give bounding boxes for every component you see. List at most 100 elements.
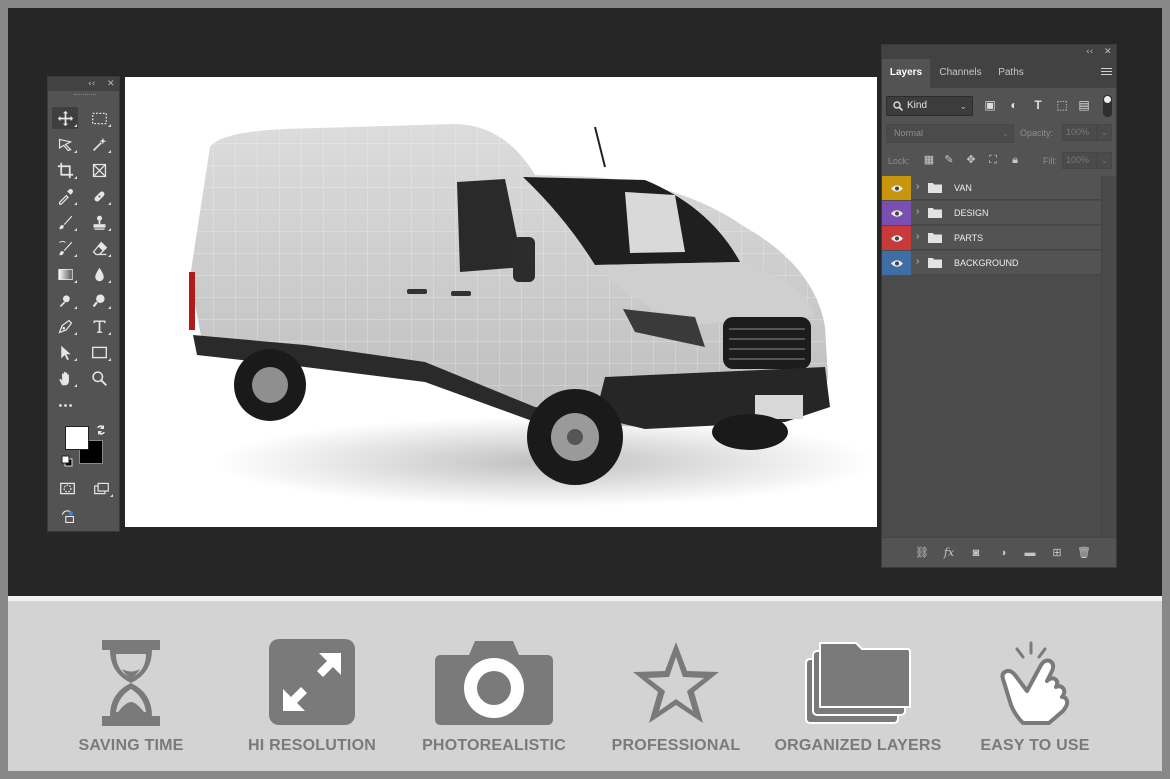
panel-grip[interactable]: [74, 94, 96, 96]
collapse-icon[interactable]: ‹‹: [1086, 46, 1093, 58]
feature-label: EASY TO USE: [980, 737, 1090, 754]
expand-caret-icon[interactable]: ›: [916, 255, 919, 269]
visibility-toggle[interactable]: [882, 226, 911, 250]
pen-tool[interactable]: [52, 315, 78, 337]
quick-mask-button[interactable]: [54, 477, 80, 499]
tab-paths[interactable]: Paths: [991, 59, 1031, 88]
more-tools-button[interactable]: [52, 394, 78, 416]
camera-icon: [435, 641, 553, 725]
path-selection-tool[interactable]: [52, 341, 78, 363]
crop-icon: [57, 162, 73, 178]
marquee-icon: [91, 112, 107, 124]
mask-icon[interactable]: ◙: [968, 545, 984, 561]
healing-brush-tool[interactable]: [86, 185, 112, 207]
default-colors-icon[interactable]: [61, 455, 73, 467]
screen-mode-button[interactable]: [88, 477, 114, 499]
visibility-toggle[interactable]: [882, 201, 911, 225]
document-canvas[interactable]: [125, 77, 877, 527]
lasso-tool[interactable]: [52, 133, 78, 155]
lock-all-icon[interactable]: 🔒︎: [1008, 153, 1022, 167]
chevron-down-icon: ⌄: [959, 101, 967, 111]
magic-wand-tool[interactable]: [86, 133, 112, 155]
close-icon[interactable]: ✕: [1104, 46, 1112, 58]
tab-channels[interactable]: Channels: [930, 59, 991, 88]
type-filter-icon[interactable]: T: [1030, 97, 1046, 113]
visibility-toggle[interactable]: [882, 176, 911, 200]
lock-image-icon[interactable]: ✎: [942, 153, 956, 167]
expand-caret-icon[interactable]: ›: [916, 230, 919, 244]
opacity-dropdown[interactable]: ⌄: [1097, 124, 1112, 141]
panel-menu-icon[interactable]: [1101, 68, 1112, 77]
layer-row-parts[interactable]: › PARTS: [882, 226, 1101, 250]
tab-layers[interactable]: Layers: [882, 59, 930, 88]
eyedropper-tool[interactable]: [52, 185, 78, 207]
layer-row-van[interactable]: › VAN: [882, 176, 1101, 200]
lock-transparent-icon[interactable]: ▦: [922, 153, 936, 167]
layers-footer: ⛓︎ fx ◙ ◑ ▬ ⊞ 🗑︎: [882, 537, 1116, 567]
fill-dropdown[interactable]: ⌄: [1097, 152, 1112, 169]
zoom-lens-tool[interactable]: [86, 289, 112, 311]
expand-caret-icon[interactable]: ›: [916, 180, 919, 194]
layer-row-background[interactable]: › BACKGROUND: [882, 251, 1101, 275]
dodge-tool[interactable]: [52, 289, 78, 311]
fx-icon[interactable]: fx: [941, 545, 957, 561]
foreground-color-swatch[interactable]: [65, 426, 89, 450]
crop-tool[interactable]: [52, 159, 78, 181]
swap-colors-icon[interactable]: [95, 424, 107, 436]
screen-mode-icon: [93, 482, 109, 494]
marquee-tool[interactable]: [86, 107, 112, 129]
move-tool[interactable]: [52, 107, 78, 129]
shape-filter-icon[interactable]: ⬚: [1054, 97, 1070, 113]
history-brush-tool[interactable]: [52, 237, 78, 259]
lock-artboard-icon[interactable]: ⛶: [986, 153, 1000, 167]
close-icon[interactable]: ✕: [107, 78, 115, 90]
trash-icon[interactable]: 🗑︎: [1076, 545, 1092, 561]
smart-object-filter-icon[interactable]: ▤: [1076, 97, 1092, 113]
blend-mode-value: Normal: [894, 128, 924, 138]
adjustment-filter-icon[interactable]: ◐: [1006, 97, 1022, 113]
group-icon[interactable]: ▬: [1022, 545, 1038, 561]
hourglass-icon: [102, 640, 160, 726]
adjustment-icon[interactable]: ◑: [995, 545, 1011, 561]
new-layer-icon[interactable]: ⊞: [1049, 545, 1065, 561]
visibility-toggle[interactable]: [882, 251, 911, 275]
zoom-tool[interactable]: [86, 367, 112, 389]
frame-tool[interactable]: [86, 159, 112, 181]
filter-toggle[interactable]: [1103, 95, 1112, 117]
layers-scrollbar[interactable]: [1101, 176, 1116, 537]
hand-tool[interactable]: [52, 367, 78, 389]
fill-field[interactable]: 100%: [1062, 152, 1097, 169]
blur-tool[interactable]: [86, 263, 112, 285]
gradient-icon: [57, 268, 73, 280]
link-icon[interactable]: ⛓︎: [914, 545, 930, 561]
tools-panel-header[interactable]: ‹‹ ✕: [48, 77, 119, 91]
filter-kind-select[interactable]: Kind ⌄: [886, 96, 973, 116]
filter-kind-value: Kind: [907, 100, 928, 111]
eye-icon: [890, 209, 903, 217]
opacity-field[interactable]: 100%: [1062, 124, 1097, 141]
opacity-label: Opacity:: [1020, 128, 1054, 138]
lasso-icon: [58, 138, 72, 151]
blur-icon: [94, 267, 104, 281]
eye-icon: [890, 234, 903, 242]
gradient-tool[interactable]: [52, 263, 78, 285]
eraser-tool[interactable]: [86, 237, 112, 259]
frame-icon: [92, 163, 106, 177]
brush-icon: [59, 215, 72, 229]
edit-toolbar-button[interactable]: [54, 505, 80, 527]
clone-stamp-tool[interactable]: [86, 211, 112, 233]
rectangle-tool[interactable]: [86, 341, 112, 363]
pixel-filter-icon[interactable]: ▣: [982, 97, 998, 113]
layer-row-design[interactable]: › DESIGN: [882, 201, 1101, 225]
magic-wand-icon: [92, 137, 106, 151]
feature-saving-time: SAVING TIME: [56, 601, 206, 771]
blend-mode-select[interactable]: Normal ⌄: [886, 124, 1014, 143]
collapse-icon[interactable]: ‹‹: [88, 78, 95, 90]
fill-label: Fill:: [1043, 156, 1057, 166]
type-tool[interactable]: [86, 315, 112, 337]
lock-position-icon[interactable]: ✥: [964, 153, 978, 167]
layers-panel-header[interactable]: ‹‹ ✕: [882, 45, 1116, 59]
expand-caret-icon[interactable]: ›: [916, 205, 919, 219]
brush-tool[interactable]: [52, 211, 78, 233]
history-brush-icon: [58, 240, 72, 255]
